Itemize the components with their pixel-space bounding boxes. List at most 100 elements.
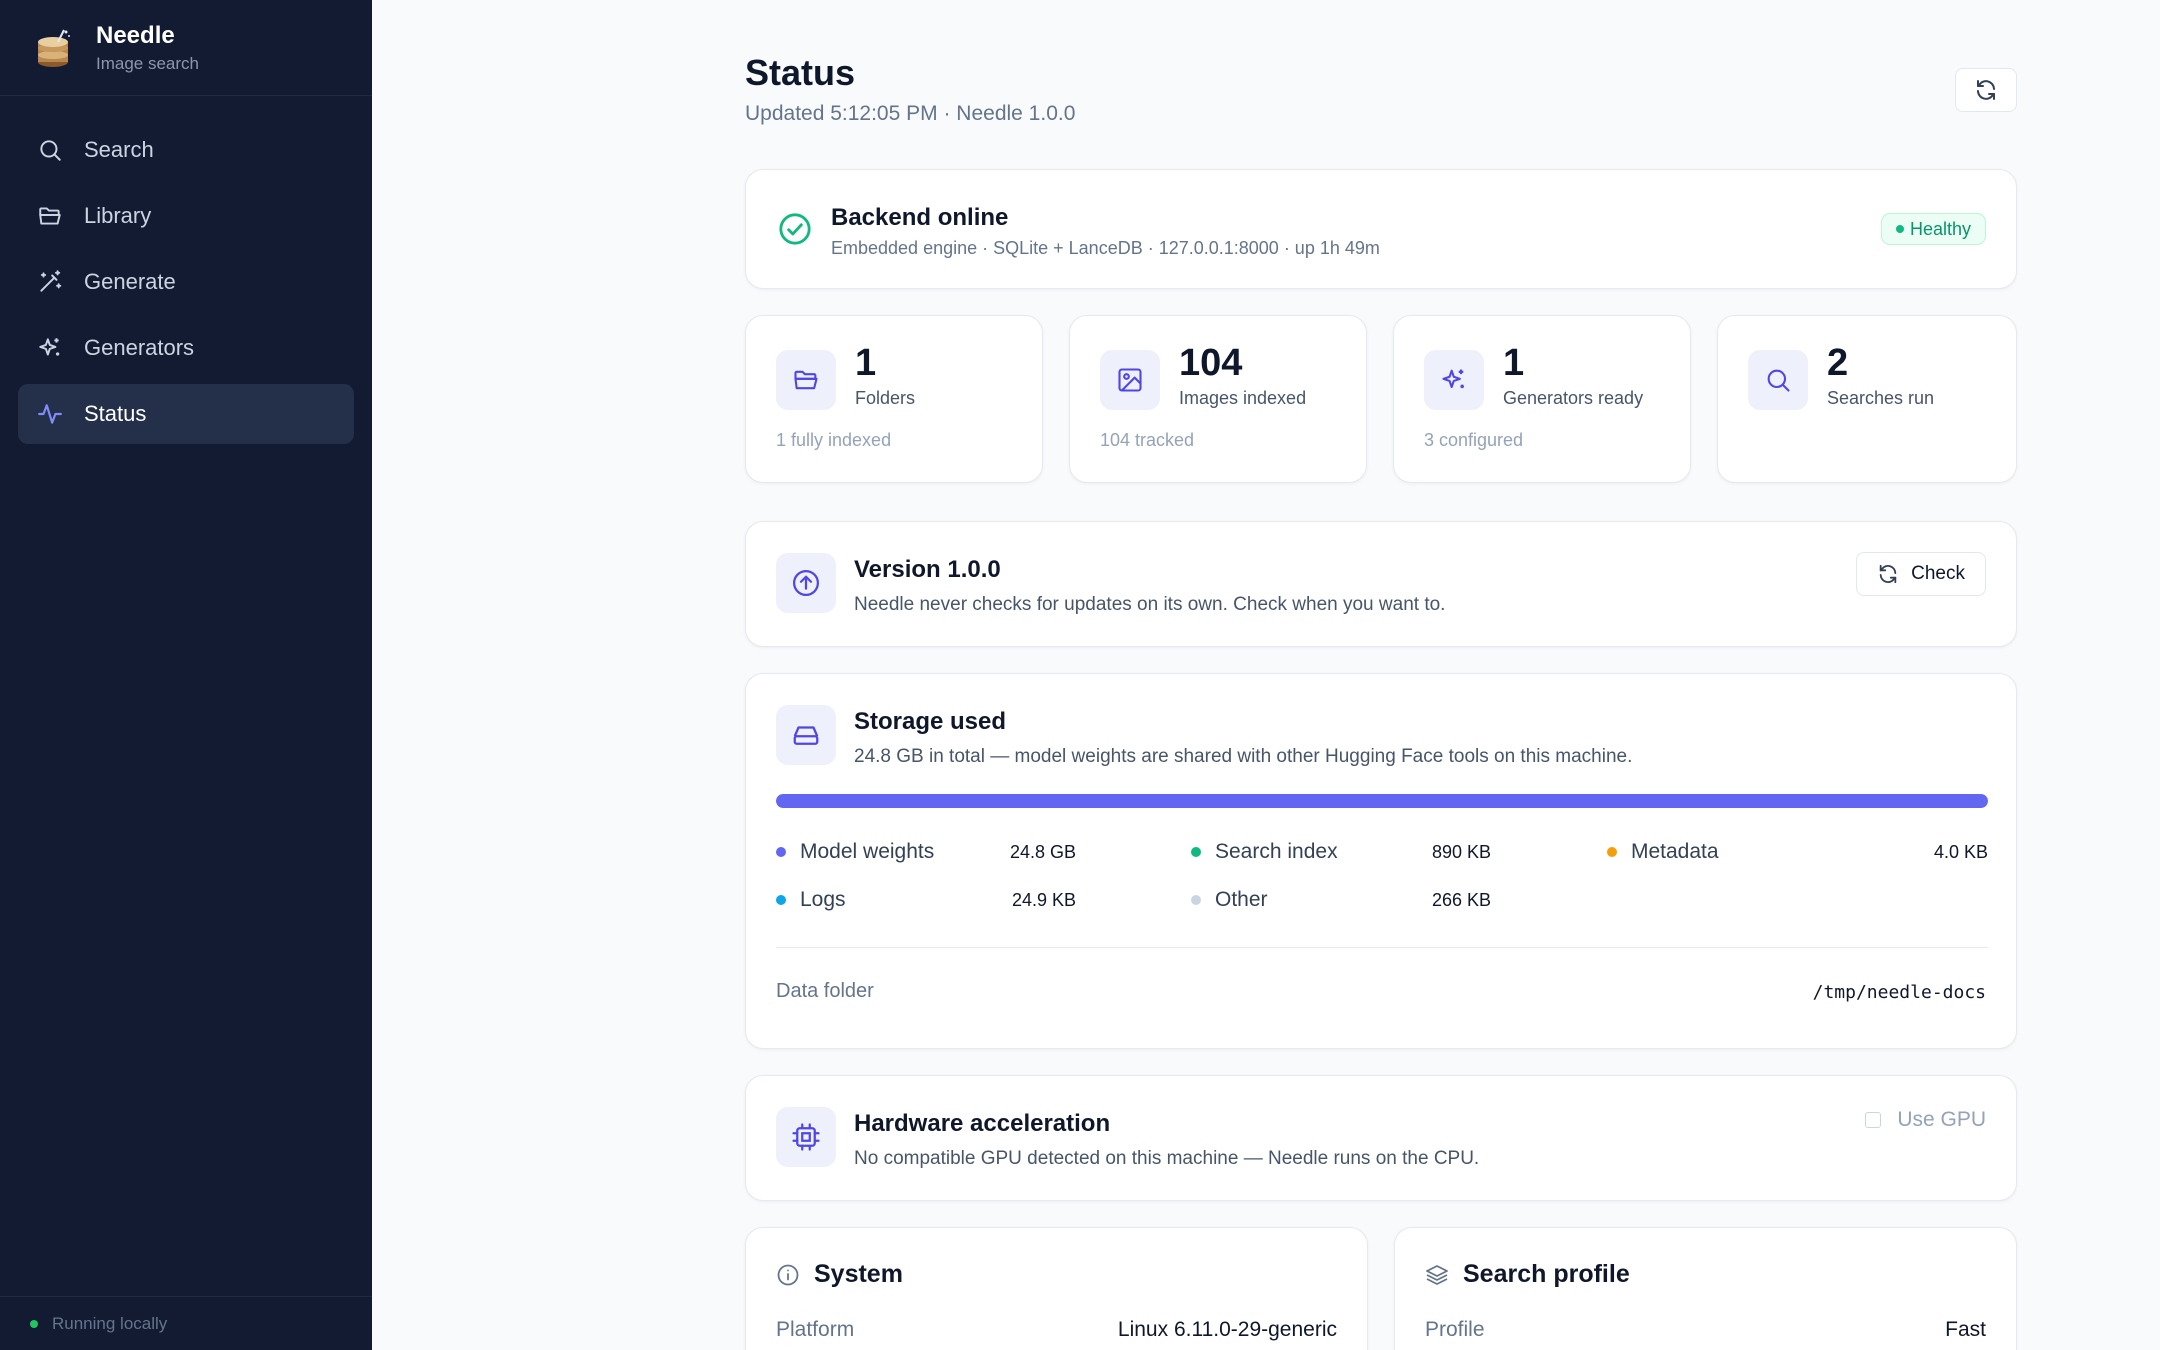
stat-value: 1 — [855, 342, 877, 384]
brand[interactable]: Needle Image search — [0, 0, 372, 96]
system-card: System Platform Linux 6.11.0-29-generic — [745, 1227, 1368, 1350]
sidebar-item-label: Status — [84, 401, 147, 426]
backend-detail: Embedded engine · SQLite + LanceDB · 127… — [831, 238, 1380, 258]
system-header: System — [776, 1260, 903, 1289]
backend-title: Backend online — [831, 204, 1009, 231]
storage-card: Storage used 24.8 GB in total — model we… — [745, 673, 2017, 1049]
stat-label: Images indexed — [1179, 388, 1307, 408]
system-row-platform: Platform Linux 6.11.0-29-generic — [776, 1318, 1337, 1341]
app-name: Needle — [96, 21, 175, 49]
check-button-label: Check — [1911, 563, 1965, 584]
legend-item-logs: Logs — [776, 885, 846, 915]
sparkles-icon — [1424, 350, 1484, 410]
search-profile-title: Search profile — [1463, 1260, 1630, 1288]
stat-card-folders: 1 Folders 1 fully indexed — [745, 315, 1043, 483]
stat-footnote: 104 tracked — [1100, 430, 1195, 450]
stat-value: 2 — [1827, 342, 1849, 384]
legend-dot-icon — [1607, 847, 1617, 857]
status-dot-icon — [30, 1319, 38, 1328]
sidebar: Needle Image search Search Library Gener… — [0, 0, 372, 1350]
image-icon — [1100, 350, 1160, 410]
connection-status: Running locally — [0, 1296, 372, 1350]
sidebar-item-generate[interactable]: Generate — [18, 252, 354, 312]
legend-dot-icon — [776, 895, 786, 905]
legend-value: 24.9 KB — [1011, 890, 1076, 910]
info-icon — [777, 1264, 799, 1285]
stat-label: Folders — [855, 388, 916, 408]
sidebar-item-label: Generators — [84, 335, 195, 360]
cpu-chip-icon — [776, 1107, 836, 1167]
version-card: Version 1.0.0 Needle never checks for up… — [745, 521, 2017, 647]
version-title: Version 1.0.0 — [854, 556, 1001, 583]
refresh-icon — [1977, 80, 1995, 100]
stat-card-generators: 1 Generators ready 3 configured — [1393, 315, 1691, 483]
sidebar-item-label: Library — [84, 203, 152, 228]
sidebar-item-status[interactable]: Status — [18, 384, 354, 444]
search-profile-header: Search profile — [1425, 1260, 1630, 1289]
refresh-button[interactable] — [1955, 68, 2017, 112]
data-folder-label: Data folder — [776, 980, 874, 1002]
stat-footnote: 3 configured — [1424, 430, 1524, 450]
storage-desc: 24.8 GB in total — model weights are sha… — [854, 746, 1633, 767]
stat-card-images: 104 Images indexed 104 tracked — [1069, 315, 1367, 483]
refresh-icon — [1879, 564, 1897, 584]
legend-item-model-weights: Model weights — [776, 837, 934, 867]
use-gpu-checkbox[interactable] — [1865, 1112, 1882, 1128]
hard-drive-icon — [776, 705, 836, 765]
status-badge-label: Healthy — [1909, 218, 1971, 239]
app-subtitle: Image search — [96, 53, 199, 73]
divider — [776, 947, 1988, 948]
wand-icon — [36, 268, 64, 296]
check-updates-button[interactable]: Check — [1856, 552, 1986, 596]
activity-icon — [36, 400, 64, 428]
needle-logo-icon — [36, 28, 72, 68]
healthy-dot-icon — [1895, 225, 1904, 233]
system-title: System — [814, 1260, 903, 1288]
search-icon — [36, 136, 64, 164]
sidebar-item-library[interactable]: Library — [18, 186, 354, 246]
storage-title: Storage used — [854, 708, 1007, 735]
legend-item-metadata: Metadata — [1607, 837, 1719, 867]
data-folder-path[interactable]: /tmp/needle-docs — [1813, 982, 1986, 1003]
sidebar-item-generators[interactable]: Generators — [18, 318, 354, 378]
legend-value: 24.8 GB — [1009, 842, 1076, 862]
legend-value: 4.0 KB — [1933, 842, 1988, 862]
search-profile-card: Search profile Profile Fast — [1394, 1227, 2017, 1350]
page-subtitle: Updated 5:12:05 PM · Needle 1.0.0 — [745, 102, 1076, 125]
use-gpu-label: Use GPU — [1897, 1108, 1986, 1131]
legend-value: 890 KB — [1431, 842, 1491, 862]
legend-item-other: Other — [1191, 885, 1268, 915]
sparkles-icon — [36, 334, 64, 362]
sidebar-item-search[interactable]: Search — [18, 120, 354, 180]
search-icon — [1748, 350, 1808, 410]
status-badge: Healthy — [1880, 213, 1986, 245]
legend-dot-icon — [1191, 895, 1201, 905]
sidebar-item-label: Search — [84, 137, 154, 162]
stat-value: 104 — [1179, 342, 1243, 384]
legend-dot-icon — [776, 847, 786, 857]
layers-icon — [1426, 1264, 1448, 1285]
storage-usage-bar — [776, 794, 1988, 808]
sidebar-item-label: Generate — [84, 269, 176, 294]
connection-status-label: Running locally — [52, 1313, 168, 1333]
folder-icon — [776, 350, 836, 410]
legend-dot-icon — [1191, 847, 1201, 857]
search-profile-row: Profile Fast — [1425, 1318, 1986, 1341]
folder-icon — [36, 202, 64, 230]
use-gpu-toggle[interactable]: Use GPU — [1865, 1108, 1986, 1132]
hardware-card: Hardware acceleration No compatible GPU … — [745, 1075, 2017, 1201]
stat-value: 1 — [1503, 342, 1525, 384]
stat-label: Searches run — [1827, 388, 1935, 408]
legend-value: 266 KB — [1431, 890, 1491, 910]
legend-item-search-index: Search index — [1191, 837, 1338, 867]
stat-footnote: 1 fully indexed — [776, 430, 892, 450]
hardware-title: Hardware acceleration — [854, 1110, 1111, 1137]
page-title: Status — [745, 52, 856, 93]
stat-label: Generators ready — [1503, 388, 1644, 408]
backend-status-card: Backend online Embedded engine · SQLite … — [745, 169, 2017, 289]
upgrade-arrow-icon — [776, 553, 836, 613]
version-desc: Needle never checks for updates on its o… — [854, 594, 1446, 615]
stat-card-searches: 2 Searches run — [1717, 315, 2017, 483]
storage-usage-bar-fill — [776, 794, 1988, 808]
check-circle-icon — [778, 212, 812, 251]
